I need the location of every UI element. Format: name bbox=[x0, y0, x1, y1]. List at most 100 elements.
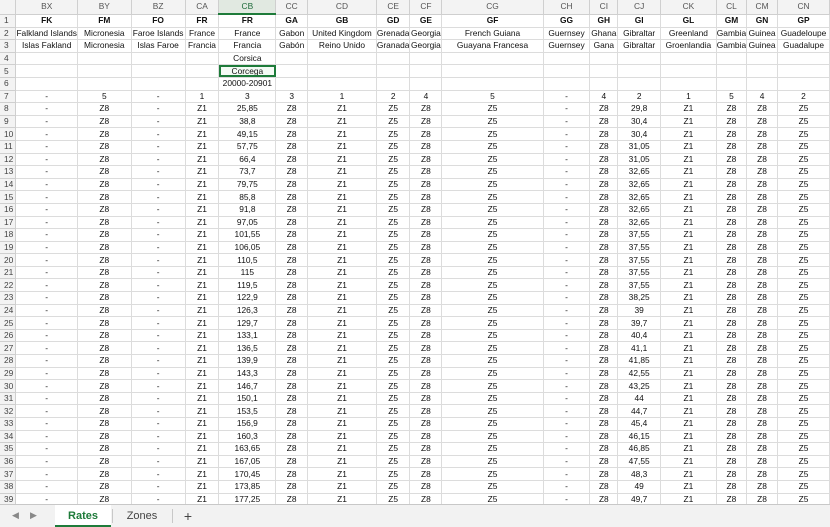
cell-bz30[interactable]: - bbox=[131, 379, 186, 393]
cell-cd3[interactable]: Reino Unido bbox=[307, 39, 377, 53]
cell-bz26[interactable]: - bbox=[131, 329, 186, 343]
cell-cc29[interactable]: Z8 bbox=[275, 367, 309, 381]
cell-cl31[interactable]: Z8 bbox=[716, 392, 748, 406]
cell-cc25[interactable]: Z8 bbox=[275, 316, 309, 330]
cell-bz3[interactable]: Islas Faroe bbox=[131, 39, 186, 53]
cell-by3[interactable]: Micronesia bbox=[77, 39, 132, 53]
cell-ce14[interactable]: Z5 bbox=[376, 178, 411, 192]
cell-cl3[interactable]: Gambia bbox=[716, 39, 748, 53]
cell-ck4[interactable] bbox=[660, 52, 717, 66]
cell-ci8[interactable]: Z8 bbox=[589, 102, 619, 116]
cell-cg3[interactable]: Guayana Francesa bbox=[441, 39, 544, 53]
cell-cb32[interactable]: 153,5 bbox=[218, 404, 277, 418]
cell-ca4[interactable] bbox=[185, 52, 220, 66]
cell-cc7[interactable]: 3 bbox=[275, 90, 309, 104]
cell-ck25[interactable]: Z1 bbox=[660, 316, 717, 330]
cell-cf21[interactable]: Z8 bbox=[409, 266, 443, 280]
row-header[interactable]: 21 bbox=[0, 266, 17, 280]
cell-cf10[interactable]: Z8 bbox=[409, 127, 443, 141]
cell-ce8[interactable]: Z5 bbox=[376, 102, 411, 116]
cell-bz17[interactable]: - bbox=[131, 216, 186, 230]
cell-ch23[interactable]: - bbox=[543, 291, 591, 305]
cell-cb1[interactable]: FR bbox=[218, 14, 277, 28]
cell-cd25[interactable]: Z1 bbox=[307, 316, 377, 330]
cell-ck37[interactable]: Z1 bbox=[660, 467, 717, 481]
cell-cf8[interactable]: Z8 bbox=[409, 102, 443, 116]
cell-cd30[interactable]: Z1 bbox=[307, 379, 377, 393]
cell-bx10[interactable]: - bbox=[15, 127, 78, 141]
cell-cd12[interactable]: Z1 bbox=[307, 153, 377, 167]
cell-by4[interactable] bbox=[77, 52, 132, 66]
cell-ch21[interactable]: - bbox=[543, 266, 591, 280]
cell-cc36[interactable]: Z8 bbox=[275, 455, 309, 469]
cell-cl34[interactable]: Z8 bbox=[716, 430, 748, 444]
cell-ci6[interactable] bbox=[589, 77, 619, 91]
cell-cc21[interactable]: Z8 bbox=[275, 266, 309, 280]
cell-cd10[interactable]: Z1 bbox=[307, 127, 377, 141]
cell-cb6[interactable]: 20000-20901 bbox=[218, 77, 277, 91]
cell-cg8[interactable]: Z5 bbox=[441, 102, 544, 116]
column-header-ca[interactable]: CA bbox=[185, 0, 220, 15]
cell-cl21[interactable]: Z8 bbox=[716, 266, 748, 280]
cell-bx22[interactable]: - bbox=[15, 278, 78, 293]
cell-bz21[interactable]: - bbox=[131, 266, 186, 280]
cell-bx25[interactable]: - bbox=[15, 316, 78, 330]
cell-cm15[interactable]: Z8 bbox=[746, 190, 779, 204]
cell-cg23[interactable]: Z5 bbox=[441, 291, 544, 305]
cell-bz12[interactable]: - bbox=[131, 153, 186, 167]
cell-bz18[interactable]: - bbox=[131, 228, 186, 242]
cell-cg9[interactable]: Z5 bbox=[441, 115, 544, 129]
cell-cd2[interactable]: United Kingdom bbox=[307, 27, 377, 41]
cell-bx4[interactable] bbox=[15, 52, 78, 66]
cell-ck6[interactable] bbox=[660, 77, 717, 91]
cell-cg19[interactable]: Z5 bbox=[441, 241, 544, 255]
cell-cj12[interactable]: 31,05 bbox=[617, 153, 662, 167]
cell-cd31[interactable]: Z1 bbox=[307, 392, 377, 406]
cell-ch3[interactable]: Guernsey bbox=[543, 39, 591, 53]
cell-cn25[interactable]: Z5 bbox=[777, 316, 830, 330]
cell-ca20[interactable]: Z1 bbox=[185, 253, 220, 267]
cell-ca13[interactable]: Z1 bbox=[185, 165, 220, 179]
cell-ci28[interactable]: Z8 bbox=[589, 354, 619, 368]
cell-cl14[interactable]: Z8 bbox=[716, 178, 748, 192]
cell-cg7[interactable]: 5 bbox=[441, 90, 544, 104]
cell-cn23[interactable]: Z5 bbox=[777, 291, 830, 305]
cell-cf6[interactable] bbox=[409, 77, 443, 91]
row-header[interactable]: 10 bbox=[0, 127, 17, 141]
cell-cn35[interactable]: Z5 bbox=[777, 442, 830, 456]
cell-cg2[interactable]: French Guiana bbox=[441, 27, 544, 41]
cell-cf2[interactable]: Georgia bbox=[409, 27, 443, 41]
cell-cm16[interactable]: Z8 bbox=[746, 203, 779, 217]
cell-cg16[interactable]: Z5 bbox=[441, 203, 544, 217]
cell-cm2[interactable]: Guinea bbox=[746, 27, 779, 41]
cell-ck5[interactable] bbox=[660, 64, 717, 78]
cell-ci15[interactable]: Z8 bbox=[589, 190, 619, 204]
cell-ce1[interactable]: GD bbox=[376, 14, 411, 28]
cell-cg33[interactable]: Z5 bbox=[441, 417, 544, 431]
cell-ci30[interactable]: Z8 bbox=[589, 379, 619, 393]
cell-cb2[interactable]: France bbox=[218, 27, 277, 41]
cell-cg32[interactable]: Z5 bbox=[441, 404, 544, 418]
cell-cf38[interactable]: Z8 bbox=[409, 480, 443, 494]
cell-cm3[interactable]: Guinea bbox=[746, 39, 779, 53]
cell-by25[interactable]: Z8 bbox=[77, 316, 132, 330]
cell-cd1[interactable]: GB bbox=[307, 14, 377, 28]
cell-cg21[interactable]: Z5 bbox=[441, 266, 544, 280]
cell-ci3[interactable]: Gana bbox=[589, 39, 619, 53]
cell-ch7[interactable]: - bbox=[543, 90, 591, 104]
cell-ce23[interactable]: Z5 bbox=[376, 291, 411, 305]
cell-ce16[interactable]: Z5 bbox=[376, 203, 411, 217]
cell-cf23[interactable]: Z8 bbox=[409, 291, 443, 305]
cell-ch19[interactable]: - bbox=[543, 241, 591, 255]
cell-bz9[interactable]: - bbox=[131, 115, 186, 129]
cell-bx37[interactable]: - bbox=[15, 467, 78, 481]
select-all-corner[interactable] bbox=[0, 0, 17, 15]
cell-cl23[interactable]: Z8 bbox=[716, 291, 748, 305]
cell-cm17[interactable]: Z8 bbox=[746, 216, 779, 230]
cell-cn33[interactable]: Z5 bbox=[777, 417, 830, 431]
cell-cn5[interactable] bbox=[777, 64, 830, 78]
row-header[interactable]: 22 bbox=[0, 278, 17, 293]
cell-cj5[interactable] bbox=[617, 64, 662, 78]
row-header[interactable]: 23 bbox=[0, 291, 17, 305]
cell-by29[interactable]: Z8 bbox=[77, 367, 132, 381]
